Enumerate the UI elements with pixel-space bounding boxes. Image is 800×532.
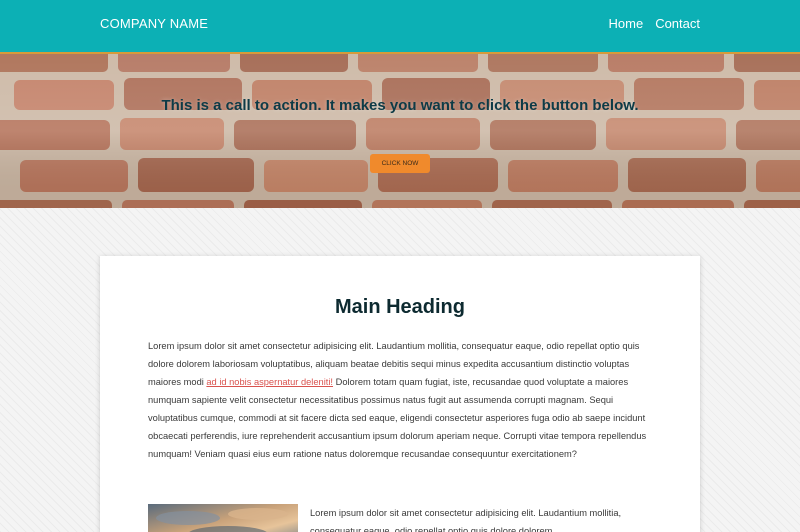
nav-link-home[interactable]: Home bbox=[609, 16, 644, 31]
body-paragraph: Lorem ipsum dolor sit amet consectetur a… bbox=[148, 337, 654, 463]
nav-links: Home Contact bbox=[609, 16, 701, 31]
hero-banner: This is a call to action. It makes you w… bbox=[0, 54, 800, 208]
brand-logo-text[interactable]: COMPANY NAME bbox=[100, 16, 208, 31]
brick-wall-background bbox=[0, 54, 800, 208]
top-navbar: COMPANY NAME Home Contact bbox=[0, 0, 800, 54]
nav-link-contact[interactable]: Contact bbox=[655, 16, 700, 31]
main-heading: Main Heading bbox=[334, 296, 465, 318]
secondary-paragraph: Lorem ipsum dolor sit amet consectetur a… bbox=[310, 508, 622, 532]
hero-call-to-action-text: This is a call to action. It makes you w… bbox=[161, 97, 639, 114]
click-now-button[interactable]: CLICK NOW bbox=[370, 154, 430, 173]
paragraph-text-end: Dolorem totam quam fugiat, iste, recusan… bbox=[148, 377, 647, 459]
sunset-sky-image bbox=[148, 504, 298, 532]
content-card: Main Heading Lorem ipsum dolor sit amet … bbox=[100, 256, 700, 532]
inline-text-link[interactable]: ad id nobis aspernatur deleniti! bbox=[206, 377, 333, 387]
